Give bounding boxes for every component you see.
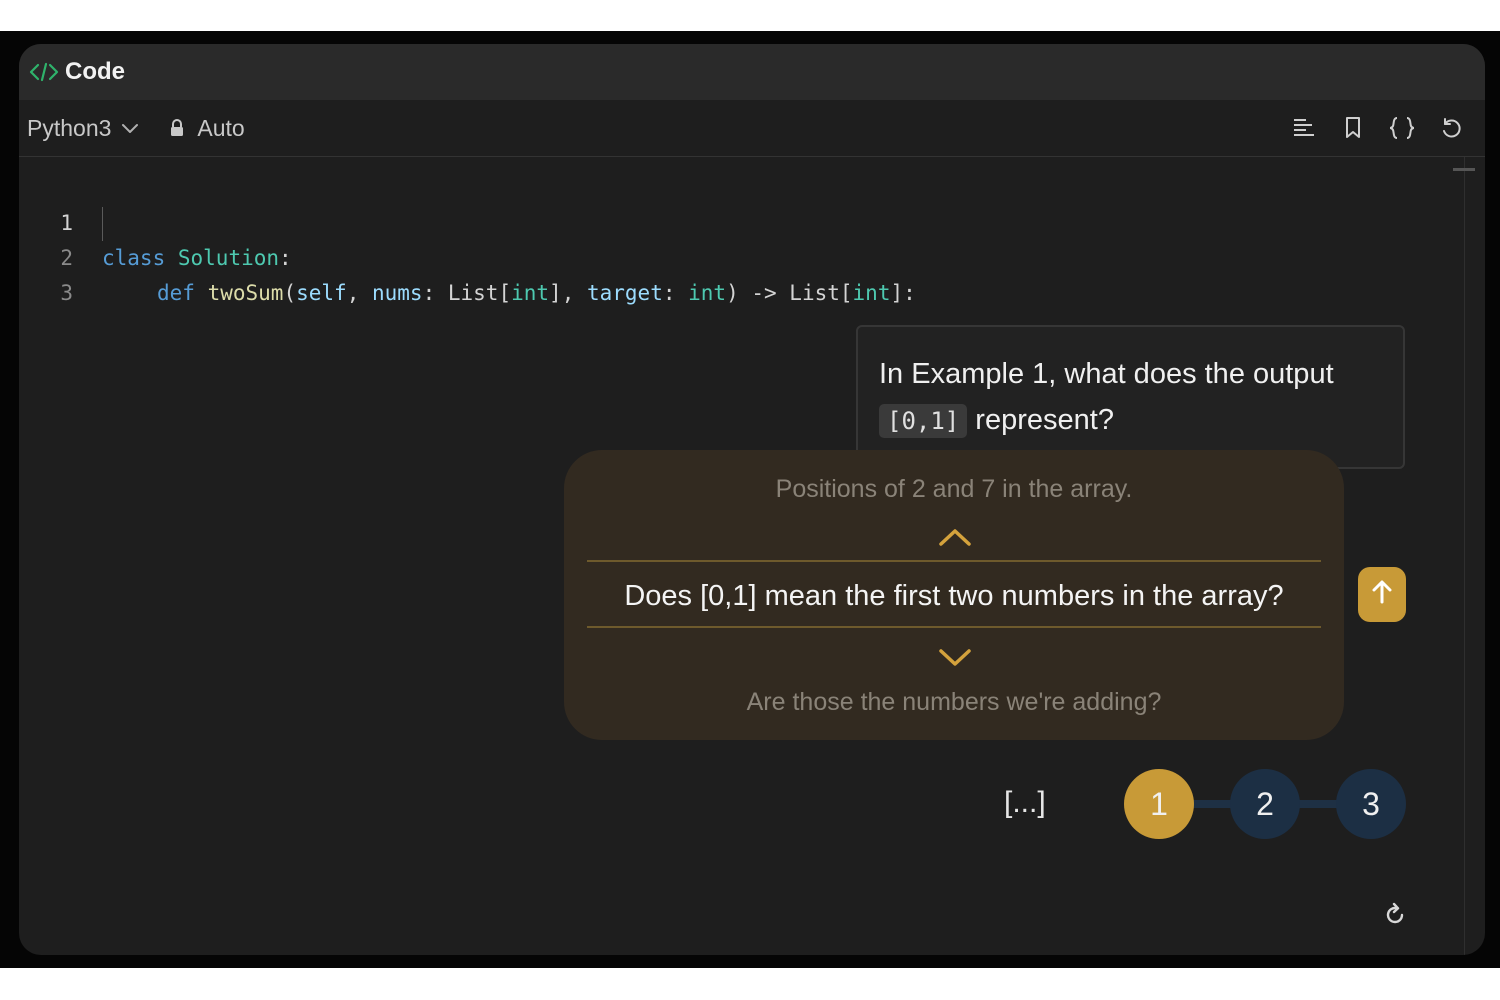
panel-titlebar: Code: [19, 44, 1485, 100]
chevron-up-icon[interactable]: [938, 526, 972, 548]
question-inline-code: [0,1]: [879, 404, 968, 438]
code-editor[interactable]: 1 class Solution: 2 def twoSum(self, num…: [19, 157, 1485, 307]
question-card: In Example 1, what does the output [0,1]…: [856, 325, 1405, 469]
toolbar-actions: [1279, 100, 1475, 156]
curly-braces-icon[interactable]: [1377, 108, 1426, 148]
chevron-down-icon[interactable]: [938, 647, 972, 669]
code-brackets-icon: [29, 61, 59, 83]
auto-mode-toggle[interactable]: Auto: [169, 114, 245, 142]
suggestion-next[interactable]: Are those the numbers we're adding?: [564, 688, 1344, 717]
indent-guide: [102, 207, 103, 241]
undo-reset-icon[interactable]: [1426, 108, 1475, 148]
language-label: Python3: [27, 114, 112, 141]
arrow-up-icon: [1371, 579, 1393, 610]
editor-toolbar: Python3 Auto: [19, 100, 1485, 157]
suggestion-picker: Positions of 2 and 7 in the array. Does …: [564, 450, 1344, 740]
question-text-end: represent?: [967, 404, 1114, 436]
steps-ellipsis[interactable]: [...]: [1004, 786, 1046, 820]
format-align-icon[interactable]: [1279, 108, 1328, 148]
code-line-2: 2 def twoSum(self, nums: List[int], targ…: [19, 206, 915, 305]
code-line-3: 3: [19, 241, 95, 305]
suggestion-divider-bottom: [587, 626, 1321, 628]
step-1[interactable]: 1: [1124, 769, 1194, 839]
suggestion-previous[interactable]: Positions of 2 and 7 in the array.: [564, 475, 1344, 504]
code-panel: Code Python3 Auto 1 class Solution: 2 de…: [19, 44, 1485, 955]
auto-mode-label: Auto: [197, 114, 245, 141]
suggestion-divider-top: [587, 560, 1321, 562]
code-text: def twoSum(self, nums: List[int], target…: [157, 281, 916, 305]
question-text: In Example 1, what does the output: [879, 358, 1334, 390]
language-selector[interactable]: Python3: [27, 115, 139, 142]
step-2[interactable]: 2: [1230, 769, 1300, 839]
suggestion-current[interactable]: Does [0,1] mean the first two numbers in…: [587, 580, 1321, 613]
send-button[interactable]: [1358, 567, 1406, 622]
line-number: 3: [60, 281, 73, 305]
panel-title: Code: [65, 58, 125, 85]
step-3[interactable]: 3: [1336, 769, 1406, 839]
code-text: class Solution:: [102, 246, 292, 270]
scrollbar-thumb[interactable]: [1453, 168, 1475, 171]
refresh-icon[interactable]: [1380, 900, 1410, 930]
editor-scrollbar[interactable]: [1464, 157, 1465, 955]
lock-icon: [169, 118, 185, 138]
bookmark-icon[interactable]: [1328, 108, 1377, 148]
code-line-1: 1 class Solution:: [19, 171, 291, 270]
chevron-down-icon: [121, 122, 139, 134]
